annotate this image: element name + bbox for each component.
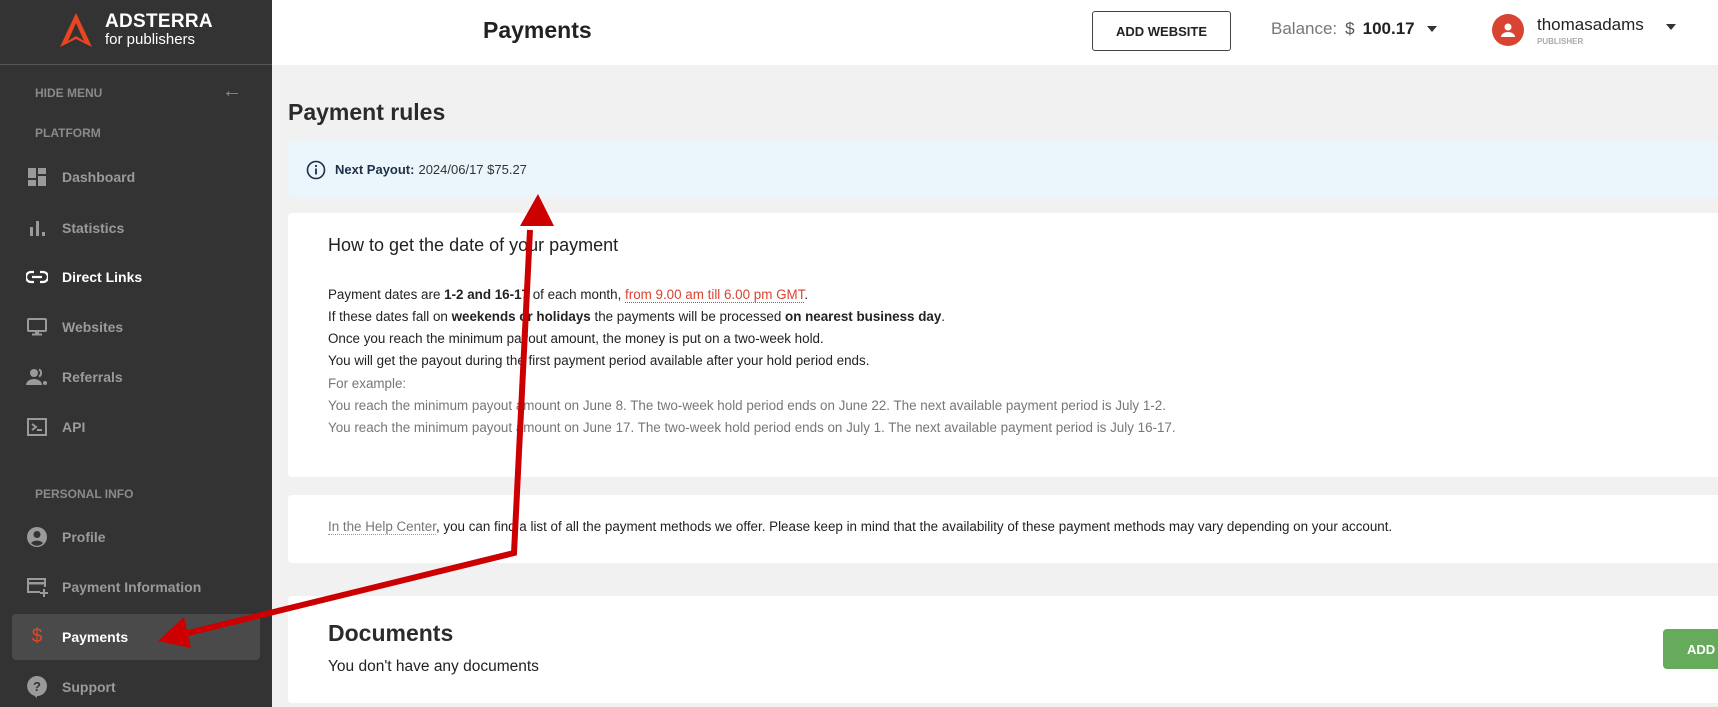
sidebar-item-payment-information[interactable]: Payment Information [12,564,260,610]
terminal-icon [26,416,48,438]
sidebar-item-api[interactable]: API [12,404,260,450]
sidebar-item-dashboard[interactable]: Dashboard [12,154,260,200]
examples-text: For example: You reach the minimum payou… [328,373,1176,439]
help-text: , you can find a list of all the payment… [435,519,1393,534]
user-role: PUBLISHER [1537,36,1584,46]
text-bold: on nearest business day [785,309,942,324]
section-personal-info: PERSONAL INFO [35,487,134,501]
example-2: You reach the minimum payout amount on J… [328,420,1176,435]
text: . [941,309,946,324]
text-bold: 1-2 and 16-17 [444,287,529,302]
balance-label: Balance: [1271,19,1338,38]
help-center-link[interactable]: In the Help Center [328,519,436,535]
text: . [804,287,809,302]
sidebar-item-statistics[interactable]: Statistics [12,205,260,251]
top-header: Payments ADD WEBSITE Balance: $ 100.17 t… [272,0,1718,65]
balance-value: 100.17 [1362,19,1415,38]
example-1: You reach the minimum payout amount on J… [328,398,1166,413]
avatar [1492,14,1524,46]
sidebar-item-label: API [62,419,86,435]
account-circle-icon [26,526,48,548]
text: Payment dates are [328,287,445,302]
help-icon: ? [26,676,48,698]
monitor-icon [26,316,48,338]
documents-card: Documents You don't have any documents A… [288,596,1718,703]
payment-date-card: How to get the date of your payment Paym… [288,213,1718,477]
sidebar-item-payments[interactable]: $ Payments [12,614,260,660]
hide-menu-button[interactable]: HIDE MENU [35,86,102,100]
next-payout-label: Next Payout: [335,162,415,177]
adsterra-logo-icon [60,13,92,47]
bar-chart-icon [26,217,48,239]
add-new-document-button[interactable]: ADD NEW [1663,629,1718,669]
text-bold: weekends or holidays [451,309,591,324]
user-menu[interactable]: thomasadams PUBLISHER [1492,14,1676,46]
people-icon [26,366,48,388]
payment-time-link[interactable]: from 9.00 am till 6.00 pm GMT [625,287,805,303]
payment-rules-heading: Payment rules [288,99,446,125]
info-icon [306,160,326,179]
examples-title: For example: [328,376,407,391]
rule-hold: Once you reach the minimum payout amount… [328,331,824,346]
payment-rules-text: Payment dates are 1-2 and 16-17 of each … [328,284,945,372]
balance-currency: $ [1345,19,1355,38]
text: of each month, [528,287,626,302]
add-website-button[interactable]: ADD WEBSITE [1092,11,1231,51]
chevron-down-icon [1665,24,1676,30]
sidebar-item-referrals[interactable]: Referrals [12,354,260,400]
sidebar-item-label: Websites [62,319,124,335]
balance-dropdown[interactable]: Balance: $ 100.17 [1271,19,1437,39]
sidebar-item-label: Payments [62,629,129,645]
help-center-card: In the Help Center, you can find a list … [288,495,1718,563]
arrow-left-icon[interactable]: ← [222,80,242,103]
section-platform: PLATFORM [35,126,101,140]
sidebar-item-support[interactable]: ? Support [12,664,260,707]
sidebar-item-direct-links[interactable]: Direct Links [12,254,260,300]
text: If these dates fall on [328,309,452,324]
sidebar-item-label: Support [62,679,116,695]
documents-heading: Documents [328,620,454,646]
user-name: thomasadams [1537,14,1644,34]
dashboard-icon [26,166,48,188]
next-payout-value: 2024/06/17 $75.27 [418,162,527,177]
sidebar-item-label: Referrals [62,369,123,385]
chevron-down-icon [1426,26,1437,32]
user-icon [1501,23,1515,37]
sidebar: ADSTERRA for publishers HIDE MENU ← PLAT… [0,0,272,707]
text: the payments will be processed [590,309,786,324]
sidebar-item-label: Direct Links [62,269,143,285]
dollar-icon: $ [31,626,43,647]
main-content: Payment rules Next Payout: 2024/06/17 $7… [272,65,1718,707]
next-payout-banner: Next Payout: 2024/06/17 $75.27 [288,142,1718,197]
sidebar-item-label: Dashboard [62,169,136,185]
logo-tagline: for publishers [105,31,196,48]
sidebar-item-profile[interactable]: Profile [12,514,260,560]
card-add-icon [26,576,48,598]
page-title: Payments [483,17,592,43]
logo-title: ADSTERRA [105,11,213,32]
link-icon [26,266,48,288]
sidebar-item-label: Statistics [62,220,125,236]
sidebar-item-websites[interactable]: Websites [12,304,260,350]
logo[interactable]: ADSTERRA for publishers [0,0,272,65]
how-to-heading: How to get the date of your payment [328,235,619,255]
svg-text:?: ? [33,679,41,694]
documents-empty-text: You don't have any documents [328,658,539,675]
sidebar-item-label: Profile [62,529,106,545]
rule-payout: You will get the payout during the first… [328,353,870,368]
sidebar-item-label: Payment Information [62,579,202,595]
